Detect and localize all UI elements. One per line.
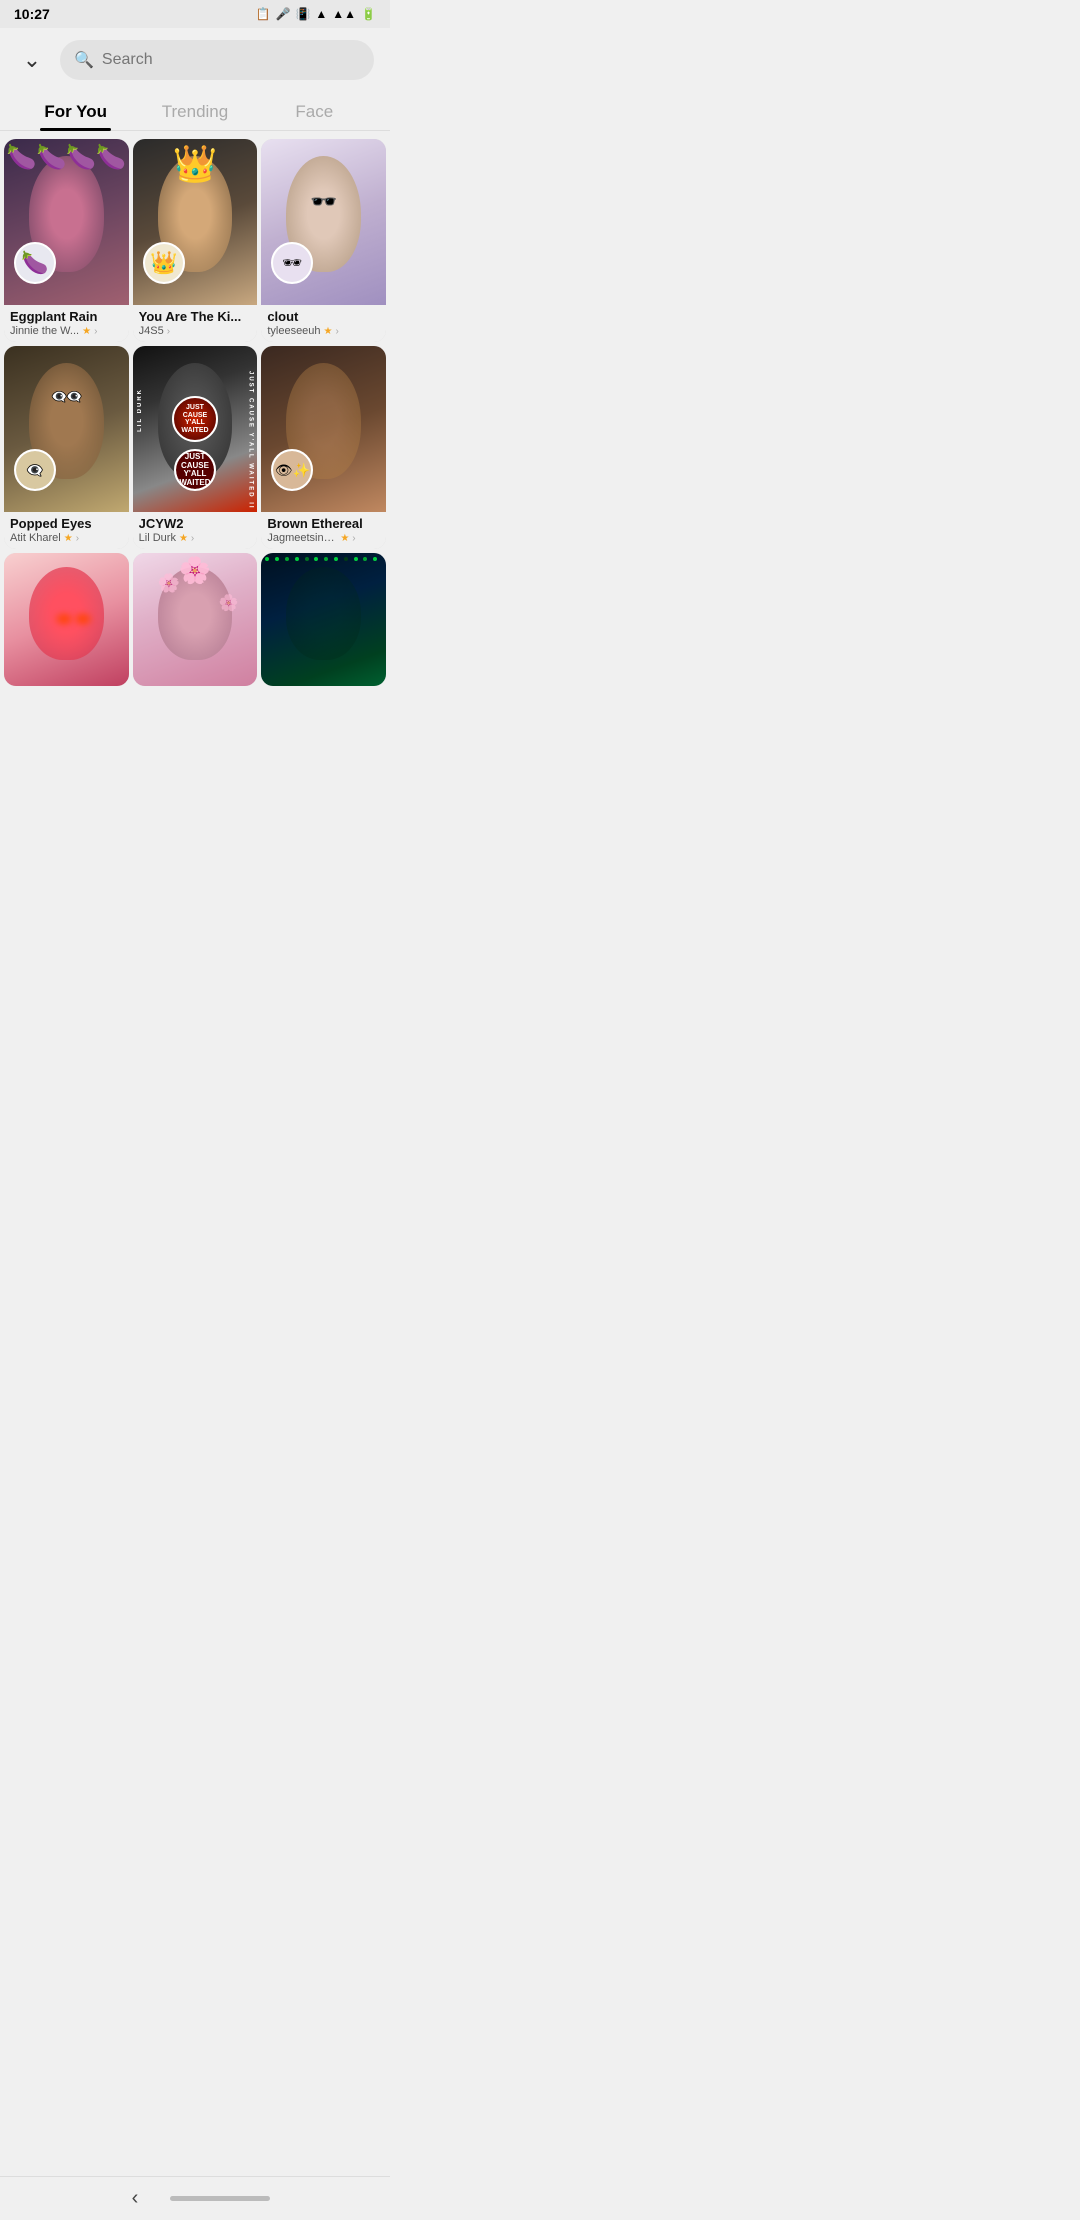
glasses-overlay: 🕶️ bbox=[310, 189, 337, 215]
mic-icon: 🎤 bbox=[275, 7, 290, 21]
tab-bar: For You Trending Face bbox=[0, 92, 390, 131]
header: ⌄ 🔍 bbox=[0, 28, 390, 88]
star-icon-1: ★ bbox=[82, 326, 91, 337]
tab-trending[interactable]: Trending bbox=[135, 92, 254, 130]
status-time: 10:27 bbox=[14, 6, 50, 22]
card-cherry-blossom[interactable]: 🌸 🌸 🌸 bbox=[133, 553, 258, 686]
card-author-6: Jagmeetsing... ★ › bbox=[267, 532, 380, 544]
card-info-3: clout tyleeseeuh ★ › bbox=[261, 305, 386, 342]
card-jcyw2[interactable]: LIL DURK JUST CAUSE Y'ALL WAITED II JUST… bbox=[133, 346, 258, 549]
card-red-glow[interactable] bbox=[4, 553, 129, 686]
jcyw-text-right: JUST CAUSE Y'ALL WAITED II bbox=[247, 371, 253, 510]
search-bar[interactable]: 🔍 bbox=[60, 40, 374, 80]
card-info-4: Popped Eyes Atit Kharel ★ › bbox=[4, 512, 129, 549]
star-icon-6: ★ bbox=[340, 533, 349, 544]
card-popped-eyes[interactable]: 👁‍🗨👁‍🗨 👁‍🗨 Popped Eyes Atit Kharel ★ › bbox=[4, 346, 129, 549]
card-author-3: tyleeseeuh ★ › bbox=[267, 325, 380, 337]
card-author-2: J4S5 › bbox=[139, 325, 252, 337]
avatar-jcyw2: JUST CAUSE Y'ALL WAITED bbox=[174, 449, 216, 491]
jcyw-disc: JUST CAUSE Y'ALL WAITED bbox=[172, 396, 218, 442]
card-author-5: Lil Durk ★ › bbox=[139, 532, 252, 544]
back-button[interactable]: ⌄ bbox=[16, 44, 48, 76]
card-title-4: Popped Eyes bbox=[10, 516, 123, 531]
nav-back-button[interactable]: ‹ bbox=[120, 2183, 151, 2214]
signal-icon: ▲▲ bbox=[332, 7, 356, 21]
bottom-nav: ‹ bbox=[0, 2176, 390, 2220]
wifi-icon: ▲ bbox=[315, 7, 327, 21]
card-author-4: Atit Kharel ★ › bbox=[10, 532, 123, 544]
avatar-you-are-the-king: 👑 bbox=[143, 242, 185, 284]
red-eye-right bbox=[73, 613, 93, 625]
card-title-1: Eggplant Rain bbox=[10, 309, 123, 324]
card-matrix[interactable] bbox=[261, 553, 386, 686]
arrow-icon-2: › bbox=[167, 326, 170, 337]
card-info-2: You Are The Ki... J4S5 › bbox=[133, 305, 258, 342]
card-clout[interactable]: 🕶️ 🕶 clout tyleeseeuh ★ › bbox=[261, 139, 386, 342]
card-info-6: Brown Ethereal Jagmeetsing... ★ › bbox=[261, 512, 386, 549]
arrow-icon-5: › bbox=[191, 533, 194, 544]
arrow-icon-6: › bbox=[352, 533, 355, 544]
search-icon: 🔍 bbox=[74, 50, 94, 70]
nav-pill bbox=[170, 2196, 270, 2201]
tab-for-you[interactable]: For You bbox=[16, 92, 135, 130]
card-author-1: Jinnie the W... ★ › bbox=[10, 325, 123, 337]
blossom-overlay-3: 🌸 bbox=[219, 593, 239, 613]
card-eggplant-rain[interactable]: 🍆🍆🍆🍆 🍆 Eggplant Rain Jinnie the W... ★ › bbox=[4, 139, 129, 342]
avatar-eggplant-rain: 🍆 bbox=[14, 242, 56, 284]
card-title-6: Brown Ethereal bbox=[267, 516, 380, 531]
star-icon-4: ★ bbox=[64, 533, 73, 544]
crown-overlay: 👑 bbox=[173, 143, 218, 185]
card-info-1: Eggplant Rain Jinnie the W... ★ › bbox=[4, 305, 129, 342]
status-icons: 📋 🎤 📳 ▲ ▲▲ 🔋 bbox=[256, 7, 376, 21]
matrix-grid bbox=[261, 553, 386, 686]
card-brown-ethereal[interactable]: 👁✨ Brown Ethereal Jagmeetsing... ★ › bbox=[261, 346, 386, 549]
tab-face[interactable]: Face bbox=[255, 92, 374, 130]
jcyw-text-left: LIL DURK bbox=[137, 388, 143, 432]
stitches-text: 👁‍🗨👁‍🗨 bbox=[51, 389, 81, 405]
card-info-5: JCYW2 Lil Durk ★ › bbox=[133, 512, 258, 549]
status-bar: 10:27 📋 🎤 📳 ▲ ▲▲ 🔋 bbox=[0, 0, 390, 28]
arrow-icon-1: › bbox=[94, 326, 97, 337]
arrow-icon-4: › bbox=[76, 533, 79, 544]
battery-icon: 🔋 bbox=[361, 7, 376, 21]
card-you-are-the-king[interactable]: 👑 👑 You Are The Ki... J4S5 › bbox=[133, 139, 258, 342]
eggplant-overlay: 🍆🍆🍆🍆 bbox=[4, 139, 129, 205]
arrow-icon-3: › bbox=[336, 326, 339, 337]
clipboard-icon: 📋 bbox=[256, 7, 271, 21]
star-icon-5: ★ bbox=[179, 533, 188, 544]
blossom-overlay: 🌸 bbox=[179, 555, 211, 586]
card-title-3: clout bbox=[267, 309, 380, 324]
vibrate-icon: 📳 bbox=[295, 7, 310, 21]
chevron-down-icon: ⌄ bbox=[23, 47, 41, 73]
filter-grid: 🍆🍆🍆🍆 🍆 Eggplant Rain Jinnie the W... ★ ›… bbox=[0, 131, 390, 690]
search-input[interactable] bbox=[102, 51, 360, 69]
blossom-overlay-2: 🌸 bbox=[158, 573, 180, 594]
star-icon-3: ★ bbox=[324, 326, 333, 337]
card-title-2: You Are The Ki... bbox=[139, 309, 252, 324]
card-title-5: JCYW2 bbox=[139, 516, 252, 531]
